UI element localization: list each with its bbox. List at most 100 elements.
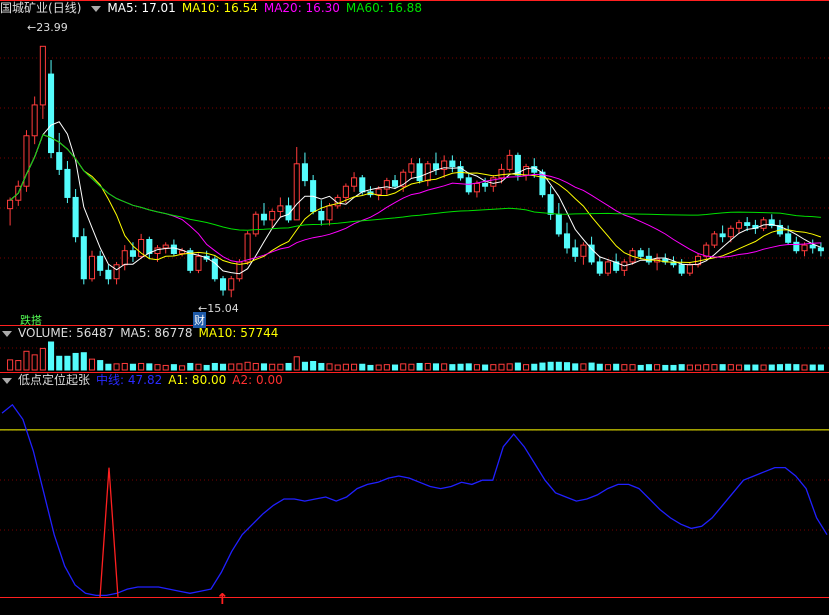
finance-tag[interactable]: 财 — [193, 312, 206, 328]
volume-bar — [506, 363, 513, 371]
volume-bar — [809, 364, 816, 371]
candle-body — [449, 160, 456, 168]
volume-bar — [113, 363, 120, 371]
volume-bar — [260, 363, 268, 371]
volume-bar — [776, 364, 783, 371]
candle-body — [637, 250, 644, 257]
volume-bar — [457, 363, 464, 371]
candle-body — [711, 233, 718, 246]
volume-bar — [318, 362, 325, 371]
candle-body — [563, 233, 571, 249]
volume-bar — [383, 364, 390, 371]
volume-bar — [416, 362, 423, 371]
volume-bar — [334, 364, 341, 371]
volume-bar — [498, 363, 505, 371]
volume-bar — [310, 361, 317, 371]
candle-body — [432, 163, 440, 170]
volume-bar — [482, 364, 489, 371]
volume-bar — [604, 364, 612, 371]
volume-bar — [801, 364, 808, 371]
candle-body — [80, 236, 87, 280]
volume-bar — [793, 364, 800, 371]
volume-bar — [367, 364, 374, 371]
candle-body — [293, 163, 300, 221]
candle-body — [490, 177, 497, 187]
volume-bar — [203, 364, 210, 371]
volume-bar — [817, 364, 824, 371]
volume-bar — [613, 363, 620, 371]
volume-bar — [179, 365, 186, 371]
volume-bar — [72, 352, 79, 371]
volume-bar — [465, 363, 472, 371]
stock-chart[interactable] — [0, 0, 829, 615]
volume-bar — [523, 364, 530, 371]
candle-body — [170, 244, 177, 255]
candle-body — [391, 180, 399, 187]
volume-bar — [39, 347, 46, 371]
volume-bar — [670, 364, 677, 371]
candle-body — [72, 196, 79, 238]
volume-bar — [703, 364, 710, 371]
candle-body — [162, 244, 169, 249]
volume-bar — [735, 364, 743, 371]
volume-bar — [686, 364, 693, 371]
volume-bar — [596, 363, 603, 371]
candle-body — [383, 180, 390, 190]
volume-bar — [219, 363, 227, 371]
candle-body — [64, 168, 71, 198]
candle-body — [555, 213, 562, 235]
volume-bar — [580, 363, 587, 371]
candle-body — [760, 219, 767, 229]
candle-body — [744, 222, 751, 226]
volume-bar — [211, 362, 218, 371]
candle-body — [506, 154, 513, 170]
volume-bar — [555, 361, 562, 371]
candle-body — [97, 255, 104, 271]
candle-body — [105, 269, 112, 280]
volume-bar — [56, 355, 63, 371]
volume-bar — [408, 363, 415, 371]
volume-bar — [138, 362, 145, 371]
volume-bar — [391, 364, 399, 371]
candle-body — [252, 213, 259, 235]
candle-body — [416, 163, 423, 182]
high-price-annotation: ←23.99 — [27, 21, 68, 34]
candle-body — [809, 244, 816, 249]
candle-body — [244, 233, 251, 263]
candle-body — [604, 261, 612, 274]
candle-body — [113, 264, 120, 280]
candle-body — [342, 185, 349, 198]
ma60-line — [9, 134, 821, 231]
volume-bar — [662, 364, 669, 371]
candle-body — [121, 250, 128, 266]
candle-body — [7, 199, 14, 210]
volume-bar — [400, 363, 407, 371]
volume-bar — [351, 363, 358, 371]
candle-body — [351, 177, 358, 187]
candle-body — [482, 182, 489, 187]
candle-body — [645, 255, 652, 263]
volume-bars — [7, 341, 824, 371]
volume-bar — [64, 355, 71, 371]
volume-bar — [301, 361, 308, 371]
candle-body — [359, 177, 366, 193]
volume-bar — [473, 364, 480, 371]
volume-bar — [162, 364, 169, 371]
volume-bar — [588, 362, 595, 371]
volume-bar — [195, 363, 202, 371]
volume-bar — [129, 363, 136, 371]
volume-bar — [121, 362, 128, 371]
volume-bar — [88, 358, 96, 371]
volume-bar — [432, 363, 440, 371]
volume-bar — [785, 363, 792, 371]
candle-body — [260, 213, 268, 221]
candle-body — [129, 250, 136, 257]
candle-body — [88, 255, 96, 280]
ma10-line — [9, 134, 822, 265]
volume-bar — [547, 361, 554, 371]
volume-bar — [293, 356, 300, 371]
candle-body — [735, 222, 743, 229]
volume-bar — [572, 363, 579, 371]
candle-body — [572, 247, 579, 257]
volume-bar — [449, 364, 456, 371]
